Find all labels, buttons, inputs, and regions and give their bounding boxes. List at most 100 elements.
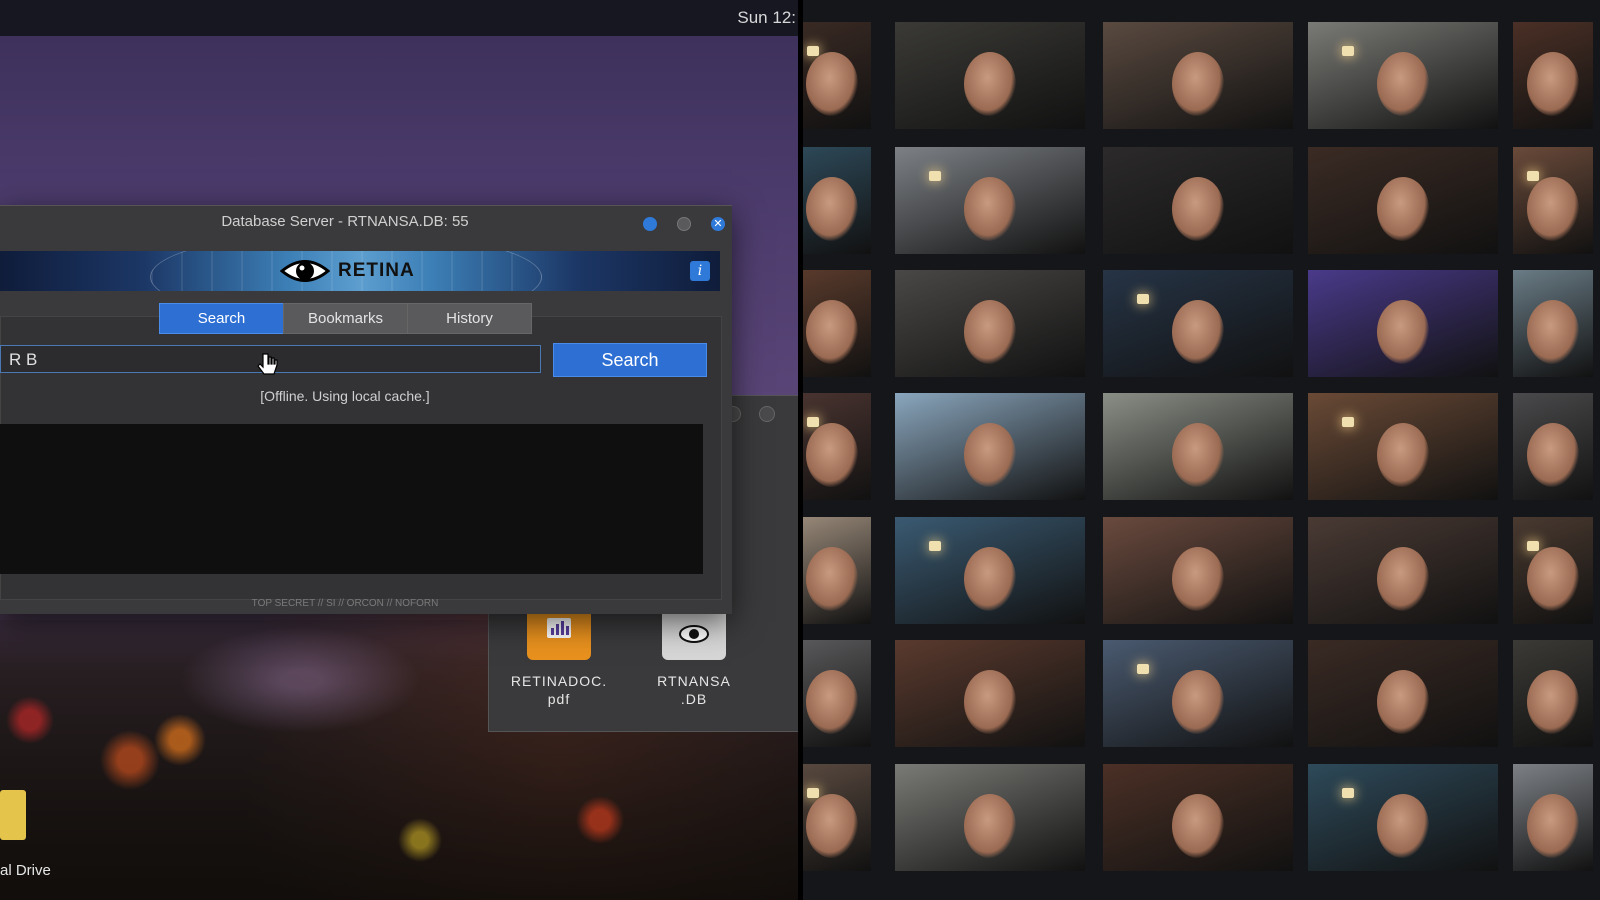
person-face bbox=[806, 794, 858, 859]
retina-banner: RETINA i bbox=[0, 251, 720, 291]
top-bar: Sun 12: bbox=[0, 0, 798, 36]
person-face bbox=[964, 177, 1016, 242]
video-tile bbox=[1103, 393, 1293, 500]
drive-label: al Drive bbox=[0, 862, 51, 879]
person-face bbox=[964, 794, 1016, 859]
lamp-light bbox=[807, 787, 820, 798]
video-tile bbox=[1308, 640, 1498, 747]
video-tile bbox=[1308, 764, 1498, 871]
clock: Sun 12: bbox=[737, 8, 796, 27]
person-face bbox=[1172, 52, 1224, 117]
video-tile bbox=[803, 517, 871, 624]
video-tile bbox=[895, 764, 1085, 871]
lamp-light bbox=[1342, 787, 1355, 798]
person-face bbox=[806, 547, 858, 612]
video-tile bbox=[1308, 517, 1498, 624]
person-face bbox=[1172, 670, 1224, 735]
search-button[interactable]: Search bbox=[553, 343, 707, 377]
file-ext: .DB bbox=[680, 691, 708, 707]
tab-bar: Search Bookmarks History bbox=[159, 303, 532, 334]
lamp-light bbox=[1527, 170, 1540, 181]
info-button[interactable]: i bbox=[690, 261, 710, 281]
lamp-light bbox=[1342, 45, 1355, 56]
file-ext: pdf bbox=[547, 691, 571, 707]
video-tile bbox=[1103, 640, 1293, 747]
person-face bbox=[1527, 547, 1579, 612]
video-tile bbox=[1308, 147, 1498, 254]
video-tile bbox=[1513, 764, 1593, 871]
person-face bbox=[1172, 177, 1224, 242]
person-face bbox=[1527, 423, 1579, 488]
person-face bbox=[964, 52, 1016, 117]
window-titlebar[interactable]: Database Server - RTNANSA.DB: 55 ✕ bbox=[0, 206, 732, 238]
person-face bbox=[806, 177, 858, 242]
person-face bbox=[1527, 52, 1579, 117]
minimize-button[interactable] bbox=[643, 217, 657, 231]
maximize-button[interactable] bbox=[677, 217, 691, 231]
status-text: [Offline. Using local cache.] bbox=[260, 388, 430, 404]
video-tile bbox=[1103, 22, 1293, 129]
video-tile bbox=[1308, 270, 1498, 377]
person-face bbox=[964, 670, 1016, 735]
person-face bbox=[806, 52, 858, 117]
brand-name: RETINA bbox=[338, 260, 415, 281]
video-call-mosaic bbox=[803, 0, 1600, 900]
video-tile bbox=[1513, 270, 1593, 377]
person-face bbox=[1377, 300, 1429, 365]
video-tile bbox=[803, 22, 871, 129]
person-face bbox=[1527, 300, 1579, 365]
person-face bbox=[1377, 423, 1429, 488]
lamp-light bbox=[929, 540, 942, 551]
drive-icon[interactable] bbox=[0, 790, 26, 840]
close-icon[interactable] bbox=[759, 406, 775, 422]
video-tile bbox=[895, 147, 1085, 254]
lamp-light bbox=[807, 416, 820, 427]
video-tile bbox=[1513, 640, 1593, 747]
person-face bbox=[1377, 547, 1429, 612]
person-face bbox=[964, 300, 1016, 365]
person-face bbox=[1377, 177, 1429, 242]
hand-cursor-icon bbox=[257, 353, 278, 375]
video-tile bbox=[1513, 393, 1593, 500]
person-face bbox=[964, 547, 1016, 612]
tab-history[interactable]: History bbox=[407, 303, 532, 334]
person-face bbox=[1377, 794, 1429, 859]
lamp-light bbox=[807, 45, 820, 56]
video-tile bbox=[1103, 270, 1293, 377]
video-tile bbox=[895, 640, 1085, 747]
results-area[interactable] bbox=[0, 424, 703, 574]
lamp-light bbox=[1137, 293, 1150, 304]
file-retinadoc-pdf[interactable]: RETINADOC. pdf bbox=[504, 606, 614, 708]
video-tile bbox=[1513, 517, 1593, 624]
video-tile bbox=[803, 640, 871, 747]
person-face bbox=[1172, 300, 1224, 365]
person-face bbox=[1527, 794, 1579, 859]
eye-document-icon bbox=[662, 606, 726, 660]
video-tile bbox=[895, 393, 1085, 500]
person-face bbox=[1377, 52, 1429, 117]
eye-icon bbox=[280, 260, 330, 282]
desktop: Sun 12: RETINADOC. pdf RTNANSA .DB Datab… bbox=[0, 0, 798, 900]
video-tile bbox=[803, 147, 871, 254]
person-face bbox=[1377, 670, 1429, 735]
person-face bbox=[806, 670, 858, 735]
tab-bookmarks[interactable]: Bookmarks bbox=[283, 303, 408, 334]
person-face bbox=[1172, 423, 1224, 488]
video-tile bbox=[895, 270, 1085, 377]
person-face bbox=[1527, 177, 1579, 242]
file-rtnansa-db[interactable]: RTNANSA .DB bbox=[639, 606, 749, 708]
video-tile bbox=[803, 393, 871, 500]
video-tile bbox=[803, 764, 871, 871]
file-name: RTNANSA bbox=[657, 673, 731, 689]
video-tile bbox=[1308, 393, 1498, 500]
person-face bbox=[964, 423, 1016, 488]
lamp-light bbox=[1342, 416, 1355, 427]
close-button[interactable]: ✕ bbox=[711, 217, 725, 231]
person-face bbox=[806, 300, 858, 365]
tab-search[interactable]: Search bbox=[159, 303, 284, 334]
video-tile bbox=[1103, 517, 1293, 624]
lamp-light bbox=[1137, 663, 1150, 674]
window-title: Database Server - RTNANSA.DB: 55 bbox=[221, 213, 469, 230]
video-tile bbox=[1103, 147, 1293, 254]
video-tile bbox=[1103, 764, 1293, 871]
